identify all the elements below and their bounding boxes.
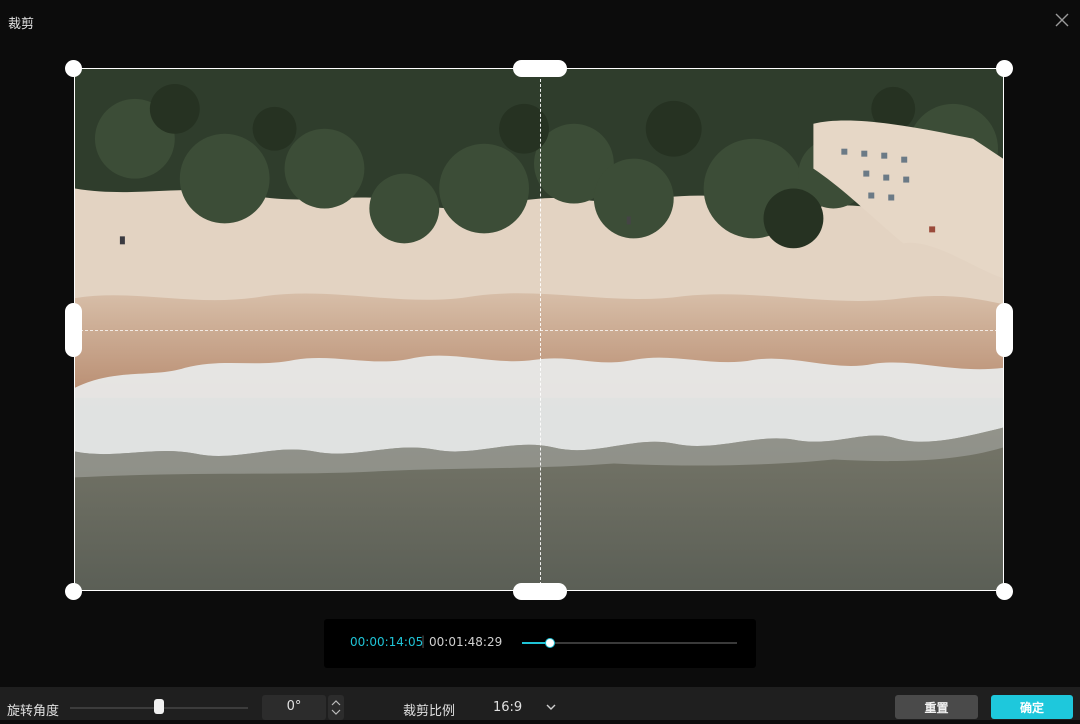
chevron-down-icon <box>331 709 341 715</box>
confirm-button[interactable]: 确定 <box>991 695 1073 719</box>
crop-handle-right[interactable] <box>996 303 1013 357</box>
bottom-toolbar: 旋转角度 0° 裁剪比例 16:9 重置 确定 <box>0 687 1080 720</box>
crop-preview[interactable] <box>74 68 1004 591</box>
rotation-input[interactable]: 0° <box>262 695 326 720</box>
close-icon[interactable] <box>1052 10 1072 30</box>
rotation-label: 旋转角度 <box>7 704 60 719</box>
crop-handle-bottom-left[interactable] <box>65 583 82 600</box>
playback-progress-track[interactable] <box>522 638 737 648</box>
rotation-slider-thumb[interactable] <box>154 699 164 714</box>
playback-bar: 00:00:14:05 | 00:01:48:29 <box>324 619 756 668</box>
crop-guide-horizontal <box>75 330 1003 331</box>
playback-progress-handle[interactable] <box>544 638 555 648</box>
dialog-title: 裁剪 <box>8 17 35 32</box>
crop-handle-bottom-right[interactable] <box>996 583 1013 600</box>
total-time: 00:01:48:29 <box>429 635 503 649</box>
chevron-up-icon <box>331 700 341 706</box>
crop-handle-bottom[interactable] <box>513 583 567 600</box>
reset-button[interactable]: 重置 <box>895 695 978 719</box>
crop-ratio-select[interactable]: 16:9 <box>493 700 522 715</box>
time-separator: | <box>421 634 426 648</box>
crop-handle-top[interactable] <box>513 60 567 77</box>
chevron-down-icon[interactable] <box>545 703 557 711</box>
crop-ratio-label: 裁剪比例 <box>403 704 456 719</box>
crop-handle-left[interactable] <box>65 303 82 357</box>
crop-handle-top-right[interactable] <box>996 60 1013 77</box>
current-time: 00:00:14:05 <box>350 635 424 649</box>
crop-handle-top-left[interactable] <box>65 60 82 77</box>
rotation-stepper[interactable] <box>328 695 344 720</box>
rotation-value: 0° <box>286 699 302 714</box>
